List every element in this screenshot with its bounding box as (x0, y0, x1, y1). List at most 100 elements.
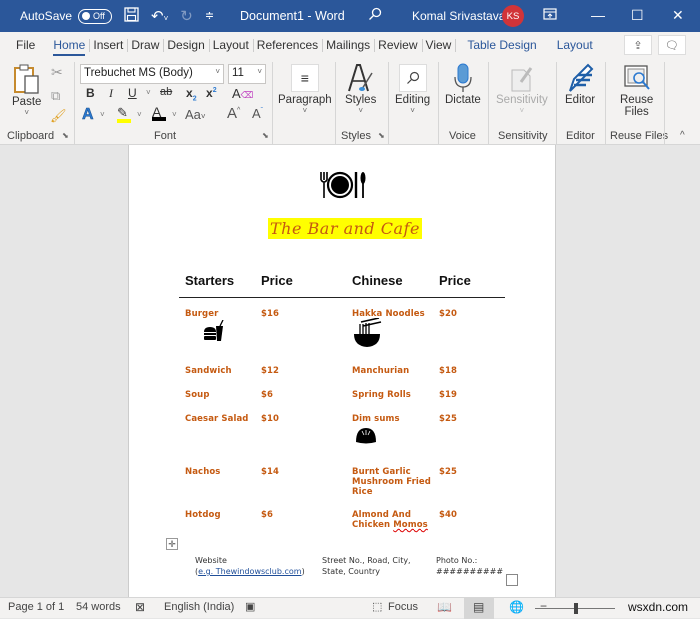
tab-layout[interactable]: Layout (209, 32, 254, 58)
font-size-dropdown[interactable]: 11 ˅ (228, 64, 266, 84)
chinese-item-price[interactable]: $25 (439, 467, 457, 477)
chevron-down-icon[interactable]: ˅ (146, 88, 151, 97)
focus-button[interactable]: Focus (388, 601, 418, 613)
chinese-item-price[interactable]: $40 (439, 510, 457, 520)
tab-home[interactable]: Home (49, 32, 91, 58)
tab-view[interactable]: View (422, 32, 457, 58)
shrink-font-icon[interactable]: Aˇ (252, 106, 263, 121)
table-move-handle[interactable]: ✛ (166, 538, 178, 550)
chinese-item-name[interactable]: Manchurian (352, 366, 409, 376)
starter-item-price[interactable]: $6 (261, 510, 273, 520)
tab-design[interactable]: Design (163, 32, 211, 58)
footer-phone[interactable]: Photo No.: ########## (436, 555, 503, 577)
change-case-icon[interactable]: Aa˅ (185, 107, 206, 122)
subscript-button[interactable]: x2 (186, 86, 197, 102)
starter-item-price[interactable]: $10 (261, 414, 279, 424)
strikethrough-button[interactable]: ab (160, 86, 172, 98)
word-count[interactable]: 54 words (76, 601, 121, 613)
chevron-down-icon[interactable]: ˅ (172, 110, 177, 119)
cut-icon[interactable]: ✂ (51, 64, 63, 81)
tab-draw[interactable]: Draw (127, 32, 165, 58)
header-starters[interactable]: Starters (185, 273, 234, 288)
dictate-button[interactable]: Dictate (445, 62, 481, 106)
starter-item-name[interactable]: Hotdog (185, 510, 221, 520)
search-icon[interactable] (368, 7, 382, 25)
comments-button[interactable]: 🗨 (658, 35, 686, 55)
text-effects-icon[interactable]: A (82, 106, 94, 124)
print-layout-button[interactable]: ▤ (464, 598, 494, 619)
header-price-chinese[interactable]: Price (439, 273, 471, 288)
tab-table-layout[interactable]: Layout (553, 32, 597, 58)
starter-item-name[interactable]: Burger (185, 309, 218, 319)
zoom-slider-thumb[interactable] (574, 603, 578, 614)
paragraph-button[interactable]: ≡ Paragraph ˅ (278, 62, 332, 115)
accessibility-icon[interactable]: ▣ (245, 600, 255, 613)
share-button[interactable]: ⇪ (624, 35, 652, 55)
starter-item-name[interactable]: Caesar Salad (185, 414, 248, 424)
starter-item-price[interactable]: $16 (261, 309, 279, 319)
proofing-icon[interactable]: ⊠ (135, 600, 145, 614)
footer-website[interactable]: Website (e.g. Thewindowsclub.com) (195, 555, 305, 577)
tab-mailings[interactable]: Mailings (322, 32, 376, 58)
starter-item-price[interactable]: $14 (261, 467, 279, 477)
grow-font-icon[interactable]: A^ (227, 105, 240, 122)
starter-item-price[interactable]: $12 (261, 366, 279, 376)
web-layout-icon[interactable]: 🌐 (509, 600, 524, 614)
page-count[interactable]: Page 1 of 1 (8, 601, 64, 613)
font-name-dropdown[interactable]: Trebuchet MS (Body) ˅ (80, 64, 224, 84)
chinese-item-name[interactable]: Burnt Garlic Mushroom Fried Rice (352, 467, 431, 497)
starter-item-name[interactable]: Soup (185, 390, 210, 400)
highlight-color-icon[interactable]: ✎ (117, 105, 131, 123)
undo-icon[interactable]: ↶˅ (151, 9, 168, 24)
dialog-launcher-icon[interactable]: ⬊ (62, 131, 69, 140)
chinese-item-price[interactable]: $20 (439, 309, 457, 319)
close-icon[interactable]: ✕ (672, 7, 684, 24)
paste-button[interactable]: Paste ˅ (12, 64, 41, 117)
tab-review[interactable]: Review (374, 32, 423, 58)
superscript-button[interactable]: x2 (206, 86, 217, 100)
tab-file[interactable]: File (12, 32, 39, 58)
chinese-item-name[interactable]: Spring Rolls (352, 390, 411, 400)
spelling-error[interactable]: Momos (393, 520, 428, 530)
font-color-icon[interactable]: A (152, 104, 166, 121)
maximize-icon[interactable]: ☐ (631, 7, 644, 24)
tab-table-design[interactable]: Table Design (463, 32, 540, 58)
read-mode-icon[interactable]: 📖 (437, 600, 452, 614)
chevron-down-icon[interactable]: ˅ (100, 110, 105, 119)
save-icon[interactable] (124, 7, 139, 25)
focus-icon[interactable]: ⬚ (372, 600, 382, 613)
header-price-starters[interactable]: Price (261, 273, 293, 288)
underline-button[interactable]: U (128, 86, 137, 100)
chinese-item-price[interactable]: $25 (439, 414, 457, 424)
sensitivity-button[interactable]: Sensitivity ˅ (496, 62, 548, 115)
user-name[interactable]: Komal Srivastava (412, 9, 505, 23)
editor-button[interactable]: Editor (565, 62, 595, 106)
zoom-out-button[interactable]: − (540, 599, 547, 613)
styles-button[interactable]: Styles ˅ (345, 62, 376, 115)
header-chinese[interactable]: Chinese (352, 273, 403, 288)
chinese-item-price[interactable]: $19 (439, 390, 457, 400)
tab-references[interactable]: References (253, 32, 324, 58)
footer-address[interactable]: Street No., Road, City, State, Country (322, 555, 411, 577)
avatar[interactable]: KS (502, 5, 524, 27)
starter-item-price[interactable]: $6 (261, 390, 273, 400)
redo-icon[interactable]: ↻ (180, 9, 193, 24)
table-resize-handle[interactable] (506, 574, 518, 586)
starter-item-name[interactable]: Sandwich (185, 366, 232, 376)
dialog-launcher-icon[interactable]: ⬊ (262, 131, 269, 140)
ribbon-display-icon[interactable] (543, 7, 557, 23)
language[interactable]: English (India) (164, 601, 234, 613)
starter-item-name[interactable]: Nachos (185, 467, 220, 477)
chinese-item-name[interactable]: Almond And Chicken Momos (352, 510, 428, 530)
chevron-down-icon[interactable]: ˅ (137, 110, 142, 119)
editing-button[interactable]: Editing ˅ (395, 62, 430, 115)
format-painter-icon[interactable]: 🖌 (50, 108, 67, 124)
customize-qat-icon[interactable]: ≑ (205, 10, 214, 22)
minimize-icon[interactable]: — (591, 7, 605, 23)
reuse-files-button[interactable]: Reuse Files (620, 62, 653, 118)
bold-button[interactable]: B (86, 86, 95, 100)
dialog-launcher-icon[interactable]: ⬊ (378, 131, 385, 140)
copy-icon[interactable]: ⧉ (51, 88, 60, 104)
menu-title[interactable]: The Bar and Cafe (268, 218, 422, 239)
website-link[interactable]: e.g. Thewindowsclub.com (198, 567, 301, 576)
